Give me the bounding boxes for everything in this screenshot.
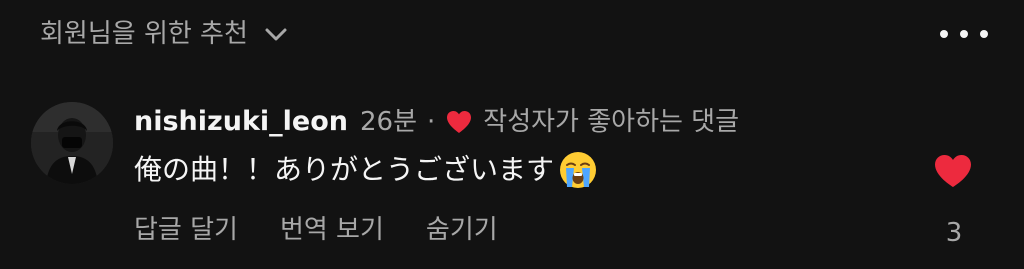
username[interactable]: nishizuki_leon bbox=[134, 105, 348, 139]
comment-actions: 답글 달기 번역 보기 숨기기 bbox=[134, 212, 498, 248]
chevron-down-icon bbox=[265, 28, 287, 41]
recommend-label: 회원님을 위한 추천 bbox=[40, 19, 248, 49]
creator-liked-heart-icon bbox=[447, 111, 472, 133]
comment-meta: nishizuki_leon 26분 · 작성자가 좋아하는 댓글 bbox=[134, 105, 739, 139]
comment-item: nishizuki_leon 26분 · 작성자가 좋아하는 댓글 俺の曲！！あ… bbox=[0, 95, 1024, 269]
translate-button[interactable]: 번역 보기 bbox=[280, 212, 384, 248]
comment-text: 俺の曲！！ありがとうございます bbox=[134, 153, 555, 186]
more-dot-icon bbox=[960, 30, 968, 38]
like-count: 3 bbox=[945, 218, 963, 248]
meta-separator: · bbox=[427, 107, 436, 137]
recommend-filter-dropdown[interactable]: 회원님을 위한 추천 bbox=[40, 16, 290, 52]
more-dot-icon bbox=[980, 30, 988, 38]
loudly-crying-face-icon bbox=[560, 152, 597, 188]
more-options-button[interactable] bbox=[940, 20, 988, 48]
top-bar: 회원님을 위한 추천 bbox=[0, 0, 1024, 70]
more-dot-icon bbox=[940, 30, 948, 38]
creator-liked-label: 작성자가 좋아하는 댓글 bbox=[483, 107, 740, 137]
comment-time: 26분 bbox=[360, 107, 418, 137]
comment-text-row: 俺の曲！！ありがとうございます bbox=[134, 150, 598, 190]
hide-button[interactable]: 숨기기 bbox=[426, 212, 498, 248]
avatar[interactable] bbox=[31, 102, 113, 184]
like-heart-icon[interactable] bbox=[932, 152, 974, 190]
reply-button[interactable]: 답글 달기 bbox=[134, 212, 238, 248]
avatar-photo bbox=[31, 102, 113, 184]
